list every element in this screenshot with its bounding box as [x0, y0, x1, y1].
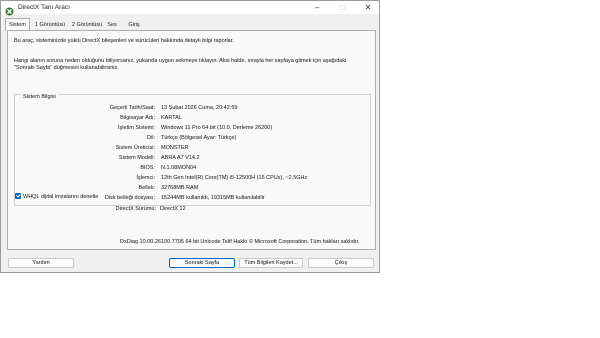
- info-row-manufacturer: Sistem Üreticisi: MONSTER: [15, 143, 370, 153]
- system-tab-panel: Bu araç, sisteminizde yüklü DirectX bile…: [7, 30, 376, 250]
- info-value: MONSTER: [161, 145, 189, 151]
- info-label: Sistem Modeli:: [118, 155, 155, 161]
- info-row-os: İşletim Sistemi: Windows 11 Pro 64 bit (…: [15, 123, 370, 133]
- window-title: DirectX Tanı Aracı: [18, 4, 70, 11]
- info-label: Bellek:: [138, 185, 155, 191]
- close-button[interactable]: ✕: [356, 1, 379, 14]
- info-value: Windows 11 Pro 64 bit (10.0, Derleme 262…: [161, 125, 273, 131]
- info-row-language: Dil: Türkçe (Bölgesel Ayar: Türkçe): [15, 133, 370, 143]
- info-row-directx-version: DirectX Sürümü: DirectX 12: [14, 204, 371, 214]
- save-all-info-button[interactable]: Tüm Bilgileri Kaydet...: [239, 258, 303, 268]
- info-value: ABRA A7 V14.2: [161, 155, 200, 161]
- maximize-button[interactable]: □: [331, 1, 355, 14]
- hint-text: Hangi alanın soruna neden olduğunu biliy…: [14, 58, 364, 72]
- info-label: Disk belleği dosyası:: [104, 195, 155, 201]
- next-page-button[interactable]: Sonraki Sayfa: [169, 258, 235, 268]
- info-label: Bilgisayar Adı:: [120, 115, 155, 121]
- info-label: Geçerli Tarih/Saat:: [109, 105, 155, 111]
- info-row-model: Sistem Modeli: ABRA A7 V14.2: [15, 153, 370, 163]
- system-info-title: Sistem Bilgisi: [21, 94, 58, 100]
- info-row-computer-name: Bilgisayar Adı: KARTAL: [15, 113, 370, 123]
- hint-line-2: "Sonraki Sayfa" düğmesini kullanabilirsi…: [14, 65, 119, 71]
- info-value: 12th Gen Intel(R) Core(TM) i5-12500H (16…: [161, 175, 308, 181]
- info-row-processor: İşlemci: 12th Gen Intel(R) Core(TM) i5-1…: [15, 173, 370, 183]
- title-bar[interactable]: DirectX Tanı Aracı – □ ✕: [1, 1, 379, 16]
- whql-label: WHQL dijital imzalarını denetle: [23, 194, 99, 200]
- info-row-datetime: Geçerli Tarih/Saat: 13 Şubat 2026 Cuma, …: [15, 103, 370, 113]
- checkbox-checked-icon[interactable]: [15, 192, 21, 199]
- minimize-button[interactable]: –: [305, 1, 329, 14]
- info-value: 32768MB RAM: [161, 185, 199, 191]
- whql-checkbox[interactable]: WHQL dijital imzalarını denetle: [15, 192, 99, 201]
- info-value: DirectX 12: [160, 206, 186, 212]
- info-value: N.1.08MON04: [161, 165, 197, 171]
- info-label: DirectX Sürümü:: [115, 206, 156, 212]
- dxdiag-app-icon: [5, 3, 14, 16]
- info-label: İşlemci:: [136, 175, 155, 181]
- system-info-group: Sistem Bilgisi Geçerli Tarih/Saat: 13 Şu…: [14, 94, 371, 206]
- info-label: Dil:: [147, 135, 155, 141]
- info-value: 15244MB kullanıldı, 19315MB kullanılabil…: [161, 195, 265, 201]
- dxdiag-window: DirectX Tanı Aracı – □ ✕ Sistem 1 Görünt…: [0, 0, 380, 273]
- info-label: İşletim Sistemi:: [118, 125, 155, 131]
- info-value: 13 Şubat 2026 Cuma, 20:42:59: [161, 105, 238, 111]
- info-label: Sistem Üreticisi:: [115, 145, 155, 151]
- info-value: KARTAL: [161, 115, 182, 121]
- info-row-bios: BIOS: N.1.08MON04: [15, 163, 370, 173]
- exit-button[interactable]: Çıkış: [308, 258, 374, 268]
- hint-line-1: Hangi alanın soruna neden olduğunu biliy…: [14, 58, 347, 64]
- help-button[interactable]: Yardım: [8, 258, 74, 268]
- copyright-text: DxDiag 10.00.26100.7705 64 bit Unicode T…: [120, 239, 360, 245]
- info-label: BIOS:: [140, 165, 155, 171]
- info-row-memory: Bellek: 32768MB RAM: [15, 183, 370, 193]
- intro-text: Bu araç, sisteminizde yüklü DirectX bile…: [14, 38, 234, 44]
- info-value: Türkçe (Bölgesel Ayar: Türkçe): [161, 135, 237, 141]
